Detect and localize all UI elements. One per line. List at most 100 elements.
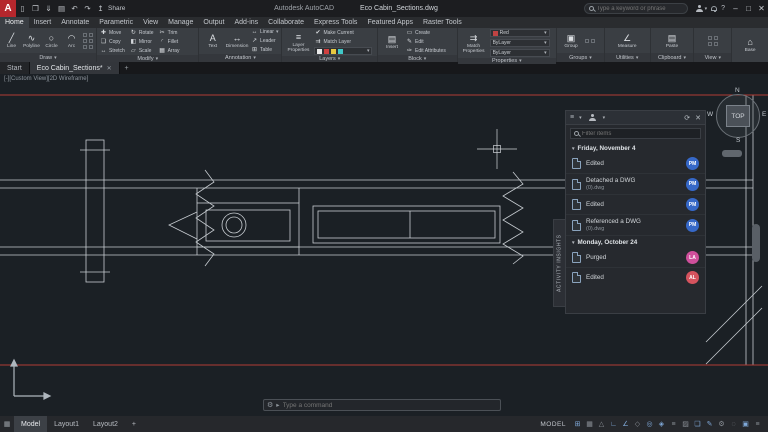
chevron-down-icon[interactable] bbox=[579, 114, 582, 121]
workspace-switching-icon[interactable]: ⚙ bbox=[716, 420, 727, 428]
layer-dropdown[interactable] bbox=[314, 47, 372, 55]
quick-view-layouts-icon[interactable]: ▦ bbox=[0, 420, 14, 428]
search-box[interactable] bbox=[584, 3, 688, 14]
ribbon-tab-view[interactable]: View bbox=[138, 17, 163, 28]
compass-east-label[interactable]: E bbox=[762, 111, 766, 118]
stretch-button[interactable]: ↔Stretch bbox=[100, 47, 125, 54]
make-current-button[interactable]: ✔Make Current bbox=[314, 29, 372, 36]
notifications-bell-icon[interactable] bbox=[711, 6, 717, 11]
undo-icon[interactable]: ↶ bbox=[68, 4, 81, 13]
copy-button[interactable]: ❏Copy bbox=[100, 38, 125, 45]
annotation-visibility-icon[interactable]: ✎ bbox=[704, 420, 715, 428]
ribbon-tab-parametric[interactable]: Parametric bbox=[94, 17, 138, 28]
group-button[interactable]: ▣ Group bbox=[560, 33, 582, 49]
avatar[interactable]: PM bbox=[686, 219, 699, 232]
user-filter-icon[interactable] bbox=[589, 114, 596, 121]
minimize-button[interactable]: – bbox=[729, 4, 742, 13]
avatar[interactable]: PM bbox=[686, 157, 699, 170]
command-line[interactable]: ⚙ ▸ bbox=[263, 399, 501, 411]
rotate-button[interactable]: ↻Rotate bbox=[130, 29, 154, 36]
ribbon-tab-home[interactable]: Home bbox=[0, 17, 29, 28]
ribbon-tab-raster-tools[interactable]: Raster Tools bbox=[418, 17, 467, 28]
scale-button[interactable]: ▱Scale bbox=[130, 47, 154, 54]
new-file-icon[interactable]: ▯ bbox=[16, 4, 29, 13]
viewcube[interactable]: TOP N S W E bbox=[711, 93, 765, 141]
compass-west-label[interactable]: W bbox=[707, 111, 713, 118]
dimension-button[interactable]: ↔ Dimension bbox=[226, 33, 248, 49]
create-block-button[interactable]: ▭Create bbox=[406, 29, 446, 36]
layer-properties-button[interactable]: ≡ Layer Properties bbox=[285, 32, 311, 53]
polar-tracking-icon[interactable]: ∠ bbox=[620, 420, 631, 428]
help-icon[interactable]: ? bbox=[721, 5, 725, 12]
plot-icon[interactable]: ▤ bbox=[55, 4, 68, 13]
maximize-button[interactable]: □ bbox=[742, 4, 755, 13]
autocad-logo-icon[interactable]: A bbox=[0, 0, 16, 17]
drawing-canvas[interactable]: [-][Custom View][2D Wireframe] TOP N S W… bbox=[0, 74, 768, 416]
polyline-button[interactable]: ∿ Polyline bbox=[23, 33, 40, 49]
ribbon-tab-annotate[interactable]: Annotate bbox=[56, 17, 94, 28]
panel-label-block[interactable]: Block bbox=[378, 55, 457, 62]
array-button[interactable]: ▦Array bbox=[159, 47, 180, 54]
chevron-down-icon[interactable] bbox=[705, 5, 708, 12]
filter-items-box[interactable] bbox=[570, 128, 701, 139]
trim-button[interactable]: ✂Trim bbox=[159, 29, 180, 36]
panel-label-view[interactable]: View bbox=[694, 53, 731, 62]
share-label[interactable]: Share bbox=[108, 5, 125, 12]
draw-more-tools[interactable] bbox=[83, 33, 93, 49]
panel-label-annotation[interactable]: Annotation bbox=[199, 54, 281, 62]
panel-label-groups[interactable]: Groups bbox=[557, 53, 604, 62]
paste-button[interactable]: ▤ Paste bbox=[661, 33, 683, 49]
isolate-objects-icon[interactable]: ◌ bbox=[728, 421, 739, 428]
new-drawing-tab-button[interactable]: + bbox=[120, 62, 134, 74]
view-tools[interactable] bbox=[708, 36, 718, 46]
refresh-icon[interactable]: ⟳ bbox=[684, 114, 690, 122]
compass-south-label[interactable]: S bbox=[736, 137, 740, 144]
match-properties-button[interactable]: ⇉ Match Properties bbox=[461, 33, 487, 54]
close-panel-icon[interactable]: ✕ bbox=[695, 114, 701, 122]
panel-label-modify[interactable]: Modify bbox=[97, 55, 198, 62]
panel-label-properties[interactable]: Properties bbox=[458, 58, 556, 64]
infer-constraints-icon[interactable]: △ bbox=[596, 420, 607, 428]
group-more-tools[interactable] bbox=[585, 39, 595, 43]
fillet-button[interactable]: ◜Fillet bbox=[159, 38, 180, 45]
model-space-label[interactable]: MODEL bbox=[540, 421, 566, 428]
close-tab-icon[interactable]: ✕ bbox=[107, 65, 112, 72]
ribbon-tab-output[interactable]: Output bbox=[198, 17, 229, 28]
isometric-drafting-icon[interactable]: ◇ bbox=[632, 420, 643, 428]
transparency-icon[interactable]: ▨ bbox=[680, 420, 691, 428]
avatar[interactable]: AL bbox=[686, 271, 699, 284]
avatar[interactable]: LA bbox=[686, 251, 699, 264]
mirror-button[interactable]: ◧Mirror bbox=[130, 38, 154, 45]
activity-insights-tab[interactable]: ACTIVITY INSIGHTS bbox=[553, 219, 566, 307]
file-tab-start[interactable]: Start bbox=[0, 62, 30, 74]
arc-button[interactable]: ◠ Arc bbox=[63, 33, 80, 49]
measure-button[interactable]: ∠ Measure bbox=[616, 33, 638, 49]
layout2-tab[interactable]: Layout2 bbox=[86, 416, 125, 432]
match-layer-button[interactable]: ⇉Match Layer bbox=[314, 38, 372, 45]
avatar[interactable]: PM bbox=[686, 178, 699, 191]
redo-icon[interactable]: ↷ bbox=[81, 4, 94, 13]
edit-attributes-button[interactable]: ✑Edit Attributes bbox=[406, 47, 446, 54]
command-input[interactable] bbox=[283, 402, 497, 409]
viewcube-top-face[interactable]: TOP bbox=[726, 105, 750, 127]
ribbon-tab-express-tools[interactable]: Express Tools bbox=[309, 17, 362, 28]
panel-label-clipboard[interactable]: Clipboard bbox=[651, 53, 694, 62]
ribbon-tab-manage[interactable]: Manage bbox=[163, 17, 198, 28]
chevron-down-icon[interactable] bbox=[603, 114, 606, 121]
search-input[interactable] bbox=[597, 6, 683, 12]
share-icon[interactable]: ↥ bbox=[94, 4, 107, 13]
ribbon-tab-insert[interactable]: Insert bbox=[29, 17, 57, 28]
viewport-controls-label[interactable]: [-][Custom View][2D Wireframe] bbox=[4, 76, 88, 82]
edit-block-button[interactable]: ✎Edit bbox=[406, 38, 446, 45]
leader-button[interactable]: ↗Leader bbox=[251, 37, 278, 44]
panel-label-layers[interactable]: Layers bbox=[282, 56, 377, 62]
linetype-dropdown[interactable]: ByLayer bbox=[490, 49, 550, 57]
snap-mode-icon[interactable]: ▦ bbox=[584, 420, 595, 428]
text-button[interactable]: A Text bbox=[202, 33, 223, 49]
activity-entry[interactable]: Edited PM bbox=[566, 195, 705, 215]
lineweight-dropdown[interactable]: ByLayer bbox=[490, 39, 550, 47]
navigation-bar[interactable] bbox=[722, 150, 742, 157]
close-button[interactable]: ✕ bbox=[755, 4, 768, 13]
object-snap-tracking-icon[interactable]: ◎ bbox=[644, 420, 655, 428]
ribbon-tab-addins[interactable]: Add-ins bbox=[229, 17, 263, 28]
